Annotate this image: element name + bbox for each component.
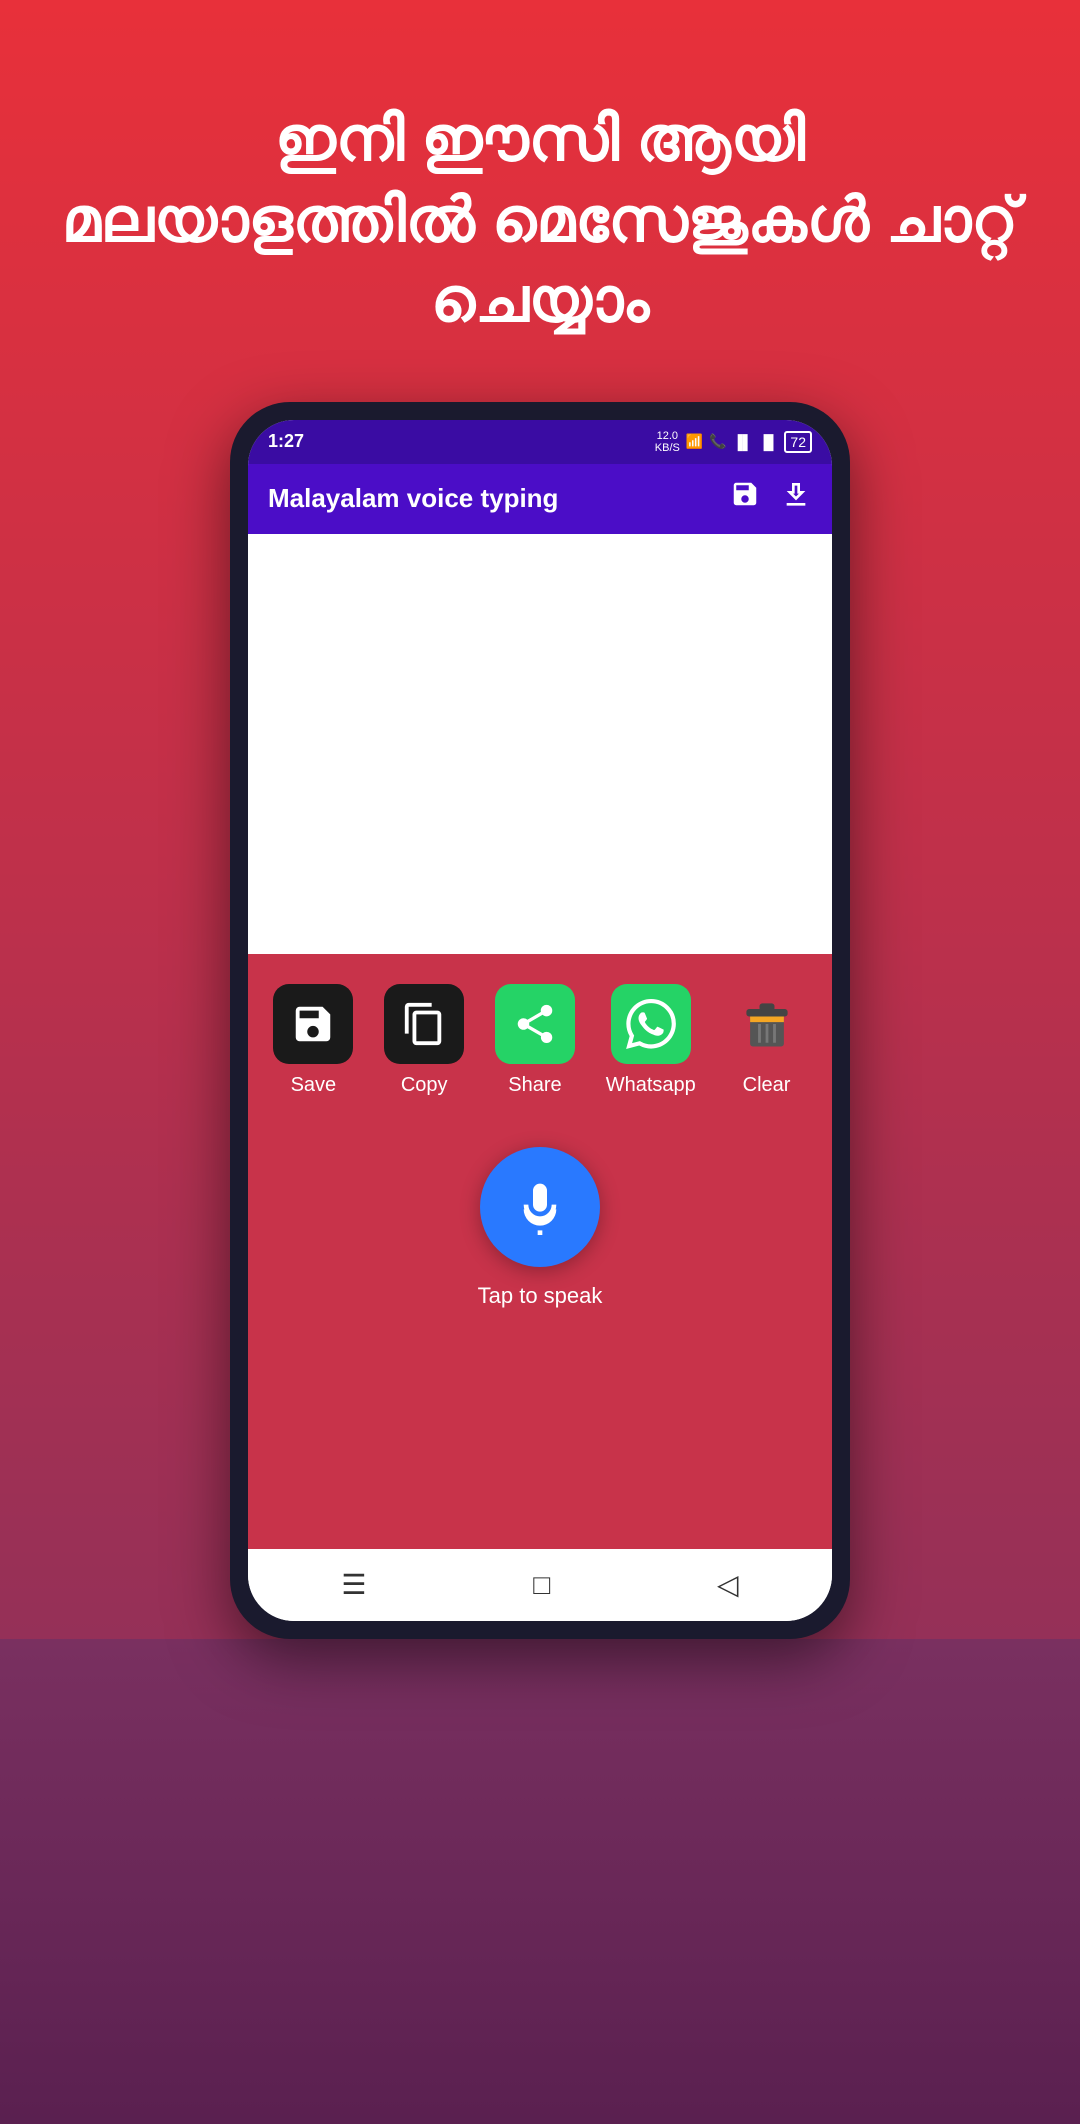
share-label: Share: [508, 1074, 561, 1097]
kbs-indicator: 12.0KB/S: [655, 430, 680, 454]
app-title: Malayalam voice typing: [268, 483, 558, 514]
voice-text-area[interactable]: [248, 534, 832, 954]
phone-screen: 1:27 12.0KB/S 📶 📞 ▐▌ ▐▌ 72 Malayalam voi…: [248, 420, 832, 1621]
signal-icon: ▐▌: [733, 434, 753, 450]
wifi-icon: 📶: [686, 433, 703, 450]
copy-action[interactable]: Copy: [384, 984, 464, 1097]
mic-area: Tap to speak: [248, 1117, 832, 1549]
bottom-nav: ☰ □ ◁: [248, 1549, 832, 1621]
save-action[interactable]: Save: [273, 984, 353, 1097]
nav-menu-icon[interactable]: ☰: [341, 1568, 366, 1601]
status-icons: 12.0KB/S 📶 📞 ▐▌ ▐▌ 72: [655, 430, 812, 454]
nav-home-icon[interactable]: □: [533, 1569, 550, 1601]
save-label: Save: [291, 1074, 337, 1097]
extra-bottom: [0, 1639, 1080, 2124]
clear-label: Clear: [743, 1074, 791, 1097]
share-icon-container: [495, 984, 575, 1064]
mic-button[interactable]: [480, 1147, 600, 1267]
copy-label: Copy: [401, 1074, 448, 1097]
copy-icon: [384, 984, 464, 1064]
battery-indicator: 72: [784, 431, 812, 453]
save-icon: [273, 984, 353, 1064]
actions-area: Save Copy: [248, 954, 832, 1117]
whatsapp-action[interactable]: Whatsapp: [606, 984, 696, 1097]
phone-mockup: 1:27 12.0KB/S 📶 📞 ▐▌ ▐▌ 72 Malayalam voi…: [230, 402, 850, 1639]
status-time: 1:27: [268, 431, 304, 452]
app-bar: Malayalam voice typing: [248, 464, 832, 534]
clear-icon-container: [727, 984, 807, 1064]
nav-back-icon[interactable]: ◁: [717, 1568, 739, 1601]
whatsapp-label: Whatsapp: [606, 1074, 696, 1097]
status-bar: 1:27 12.0KB/S 📶 📞 ▐▌ ▐▌ 72: [248, 420, 832, 464]
action-buttons-row: Save Copy: [258, 984, 822, 1097]
signal2-icon: ▐▌: [759, 434, 779, 450]
share-action[interactable]: Share: [495, 984, 575, 1097]
clear-action[interactable]: Clear: [727, 984, 807, 1097]
headline: ഇനി ഈസി ആയി മലയാളത്തിൽ മെസേജുകൾ ചാറ്റ് ച…: [0, 100, 1080, 342]
call-icon: 📞: [709, 433, 726, 450]
whatsapp-icon-container: [611, 984, 691, 1064]
save-button[interactable]: [730, 479, 760, 518]
app-bar-actions: [730, 479, 812, 518]
mic-label: Tap to speak: [478, 1283, 603, 1309]
download-button[interactable]: [780, 479, 812, 518]
